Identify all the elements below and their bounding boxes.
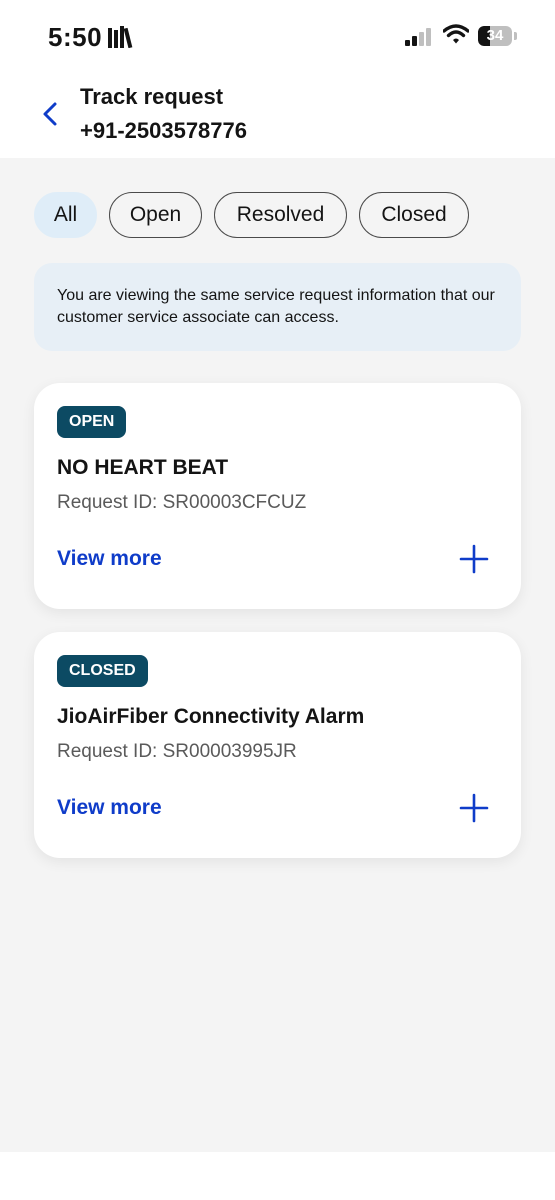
app-header: Track request +91-2503578776 xyxy=(0,72,555,158)
bottom-area xyxy=(0,1152,555,1200)
cellular-signal-icon xyxy=(405,28,431,46)
filter-chip-closed[interactable]: Closed xyxy=(359,192,469,238)
filter-chip-open[interactable]: Open xyxy=(109,192,202,238)
view-more-link[interactable]: View more xyxy=(57,547,162,571)
info-banner: You are viewing the same service request… xyxy=(34,263,521,351)
request-title: JioAirFiber Connectivity Alarm xyxy=(57,705,365,728)
status-bar: 5:50 34 xyxy=(0,0,555,72)
view-more-link[interactable]: View more xyxy=(57,796,162,820)
filter-chip-all[interactable]: All xyxy=(34,192,97,238)
request-id: Request ID: SR00003CFCUZ xyxy=(57,492,307,513)
status-badge: OPEN xyxy=(57,406,127,438)
battery-icon: 34 xyxy=(478,26,512,46)
status-badge: CLOSED xyxy=(57,655,148,687)
request-id: Request ID: SR00003995JR xyxy=(57,741,297,762)
page-title: Track request xyxy=(80,84,224,109)
request-card: CLOSED JioAirFiber Connectivity Alarm Re… xyxy=(34,632,521,858)
library-books-icon xyxy=(108,26,133,48)
battery-tip xyxy=(514,32,517,40)
request-card: OPEN NO HEART BEAT Request ID: SR00003CF… xyxy=(34,383,521,609)
battery-level: 34 xyxy=(486,27,504,44)
phone-number: +91-2503578776 xyxy=(80,118,247,143)
filter-chip-resolved[interactable]: Resolved xyxy=(214,192,347,238)
plus-icon[interactable] xyxy=(458,543,490,575)
status-time: 5:50 xyxy=(48,22,103,52)
wifi-icon xyxy=(443,24,469,44)
plus-icon[interactable] xyxy=(458,792,490,824)
request-title: NO HEART BEAT xyxy=(57,456,229,479)
back-chevron-icon[interactable] xyxy=(36,96,66,132)
main-content: All Open Resolved Closed You are viewing… xyxy=(0,158,555,1152)
